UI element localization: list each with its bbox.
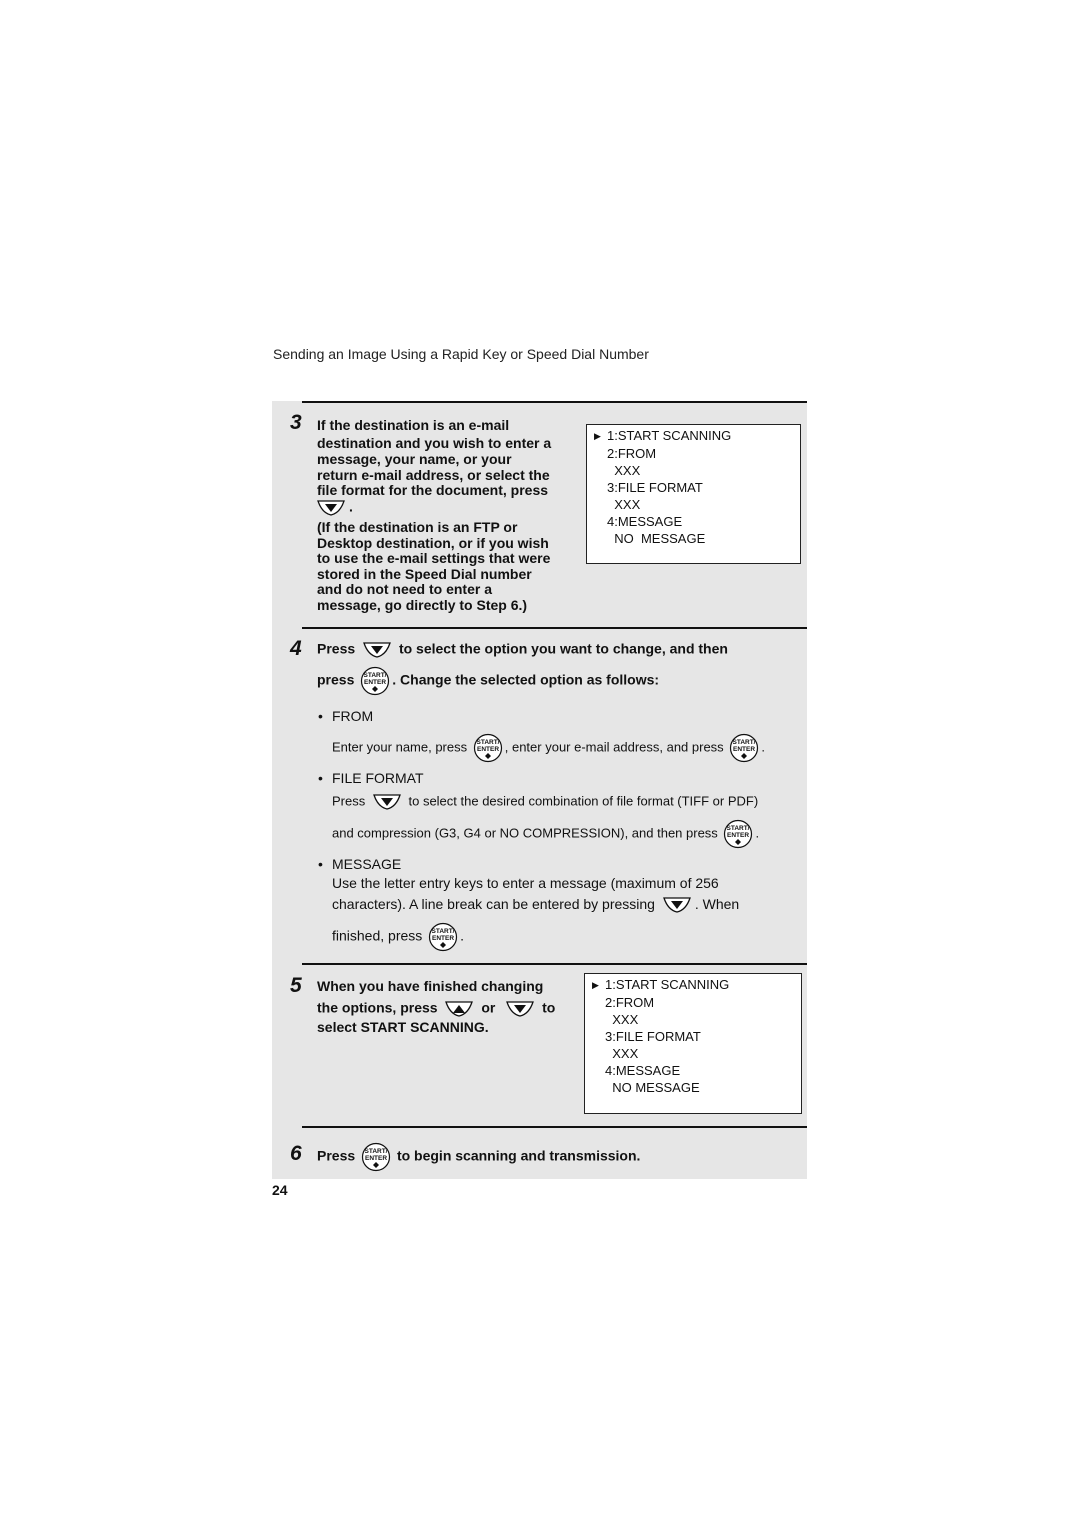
page-header-title: Sending an Image Using a Rapid Key or Sp… [273, 346, 649, 362]
step3-period: . [349, 498, 353, 515]
step4-text: press [317, 671, 355, 688]
lcd-row: XXX [605, 1046, 639, 1061]
lcd-row: 2:FROM [607, 446, 657, 461]
lcd-display-step3: ▶ 1:START SCANNING 2:FROM XXX 3:FILE FORM… [586, 424, 801, 564]
step6-line: Press to begin scanning and transmission… [317, 1142, 640, 1172]
step4-line2: press . Change the selected option as fo… [317, 666, 659, 696]
step3-line: If the destination is an e-mail [317, 417, 510, 433]
lcd-row: ▶ 1:START SCANNING [592, 977, 730, 992]
step4-line1: Press to select the option you want to c… [317, 641, 728, 659]
instructions-panel: 3 If the destination is an e-mail destin… [272, 401, 807, 1179]
step3-note-line: to use the e-mail settings that were [317, 550, 551, 566]
lcd-row: XXX [607, 497, 641, 512]
step3-note-line: and do not need to enter a [317, 581, 493, 597]
lcd-row: 4:MESSAGE [607, 514, 683, 529]
lcd-row: 3:FILE FORMAT [607, 480, 703, 495]
start-enter-key-icon [361, 1142, 391, 1172]
option-message-text2: characters). A line break can be entered… [332, 896, 739, 914]
down-arrow-key-icon [372, 793, 402, 811]
lcd-row: NO MESSAGE [605, 1080, 700, 1095]
lcd-row: 2:FROM [605, 995, 655, 1010]
option-from-title: • FROM [318, 708, 374, 724]
step3-line: destination and you wish to enter a [317, 435, 552, 451]
step-divider [302, 627, 807, 629]
down-arrow-key-icon [316, 499, 346, 517]
lcd-display-step5: ▶ 1:START SCANNING 2:FROM XXX 3:FILE FORM… [584, 973, 802, 1114]
lcd-row: XXX [605, 1012, 639, 1027]
option-from-text: Enter your name, press , enter your e-ma… [332, 733, 765, 763]
option-file-format-text2: and compression (G3, G4 or NO COMPRESSIO… [332, 819, 759, 849]
step-divider [302, 963, 807, 965]
step-number-6: 6 [290, 1142, 302, 1165]
up-arrow-key-icon [444, 1000, 474, 1018]
start-enter-key-icon [473, 733, 503, 763]
lcd-row: 4:MESSAGE [605, 1063, 681, 1078]
option-message-text1: Use the letter entry keys to enter a mes… [332, 875, 719, 891]
step3-note-line: message, go directly to Step 6.) [317, 597, 528, 613]
bullet: • [318, 856, 323, 872]
step-divider [302, 401, 807, 403]
lcd-row: XXX [607, 463, 641, 478]
step4-text: Press [317, 640, 356, 657]
option-file-format-title: • FILE FORMAT [318, 770, 424, 786]
step-number-4: 4 [290, 637, 302, 660]
step5-line2: the options, press or to [317, 1000, 555, 1018]
step4-text: . Change the selected option as follows: [392, 671, 660, 688]
step5-line1: When you have finished changing [317, 978, 544, 994]
step-number-3: 3 [290, 411, 302, 434]
option-message-title: • MESSAGE [318, 856, 402, 872]
step-divider [302, 1126, 807, 1128]
lcd-row: NO MESSAGE [607, 531, 706, 546]
step3-note-line: (If the destination is an FTP or [317, 519, 518, 535]
step4-text: to select the option you want to change,… [398, 640, 728, 657]
down-arrow-key-icon [505, 1000, 535, 1018]
down-arrow-key-icon [662, 896, 692, 914]
lcd-row: 3:FILE FORMAT [605, 1029, 701, 1044]
bullet: • [318, 770, 323, 786]
option-file-format-text1: Press to select the desired combination … [332, 793, 758, 811]
page-number: 24 [272, 1182, 288, 1198]
start-enter-key-icon [428, 922, 458, 952]
step5-line3: select START SCANNING. [317, 1019, 489, 1035]
step-number-5: 5 [290, 974, 302, 997]
step3-line: message, your name, or your [317, 451, 512, 467]
pointer-icon: ▶ [592, 980, 599, 990]
option-message-text3: finished, press . [332, 922, 464, 952]
bullet: • [318, 708, 323, 724]
step3-line: file format for the document, press [317, 482, 549, 498]
down-arrow-key-icon [362, 641, 392, 659]
pointer-icon: ▶ [594, 431, 601, 441]
step3-icon-line: . [316, 499, 353, 517]
start-enter-key-icon [729, 733, 759, 763]
start-enter-key-icon [723, 819, 753, 849]
start-enter-key-icon [360, 666, 390, 696]
lcd-row: ▶ 1:START SCANNING [594, 428, 732, 443]
